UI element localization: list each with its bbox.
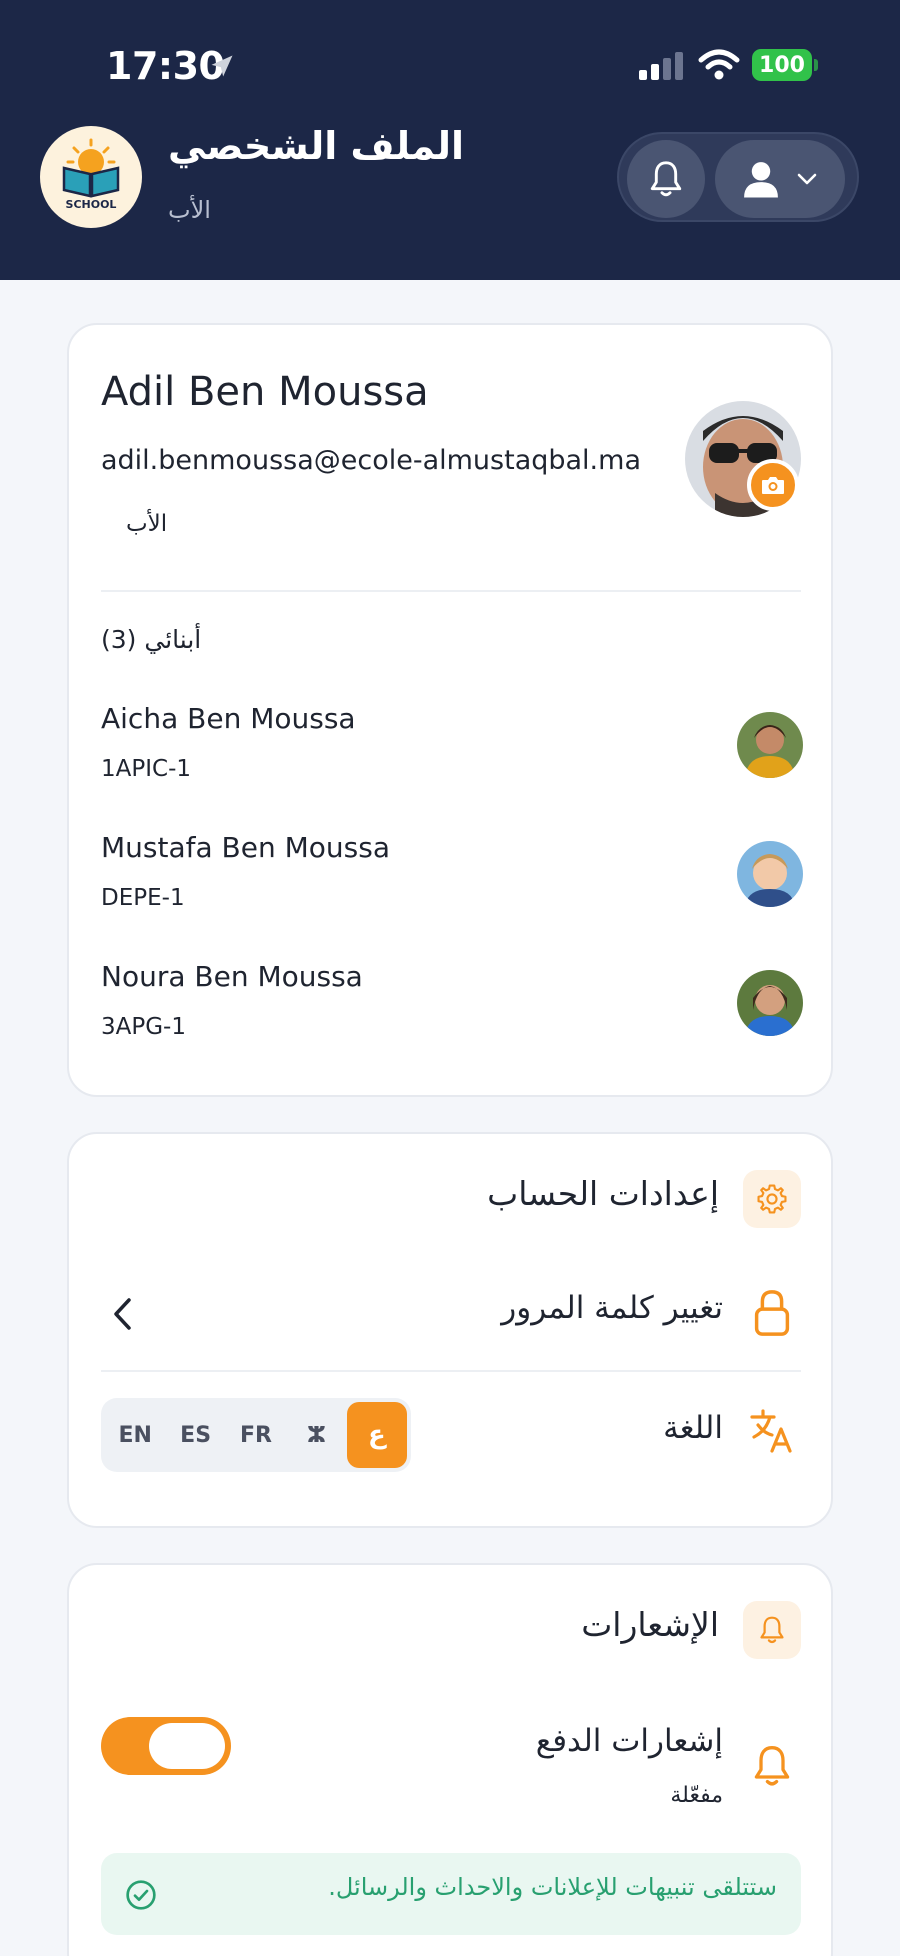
language-option-tifinagh[interactable]: ⵣ: [286, 1402, 346, 1468]
translate-icon-wrap: [745, 1404, 799, 1458]
profile-card: Adil Ben Moussa adil.benmoussa@ecole-alm…: [67, 323, 833, 1097]
account-settings-card: إعدادات الحساب تغيير كلمة المرور اللغة E…: [67, 1132, 833, 1528]
push-notifications-label: إشعارات الدفع: [535, 1723, 723, 1759]
child-avatar: [737, 970, 803, 1036]
notifications-info-text: ستتلقى تنبيهات للإعلانات والاحداث والرسا…: [328, 1873, 777, 1901]
push-notifications-toggle[interactable]: [101, 1717, 231, 1775]
bell-icon: [754, 1746, 790, 1786]
location-arrow-icon: [211, 55, 233, 77]
page-title: الملف الشخصي: [168, 124, 465, 168]
child-item[interactable]: Noura Ben Moussa 3APG-1: [101, 960, 803, 1060]
child-item[interactable]: Mustafa Ben Moussa DEPE-1: [101, 831, 803, 931]
logo-text: SCHOOL: [65, 198, 117, 211]
gear-icon: [757, 1184, 787, 1214]
change-photo-button[interactable]: [747, 459, 799, 511]
app-header: 17:30 100 SCHOOL الملف الشخصي الأب: [0, 0, 900, 280]
child-class: 1APIC-1: [101, 756, 192, 782]
profile-role: الأب: [126, 511, 168, 537]
notifications-card: الإشعارات إشعارات الدفع مفعّلة ستتلقى تن…: [67, 1563, 833, 1956]
check-circle-icon: [126, 1880, 156, 1910]
user-icon: [744, 162, 778, 198]
settings-section-icon: [743, 1170, 801, 1228]
child-avatar: [737, 841, 803, 907]
school-logo: SCHOOL: [40, 126, 142, 228]
bell-icon: [760, 1616, 784, 1644]
header-actions: [617, 132, 859, 222]
user-menu-button[interactable]: [715, 140, 845, 218]
battery-level: 100: [752, 49, 812, 81]
profile-name: Adil Ben Moussa: [101, 369, 429, 415]
page-subtitle: الأب: [168, 196, 211, 224]
push-notifications-status: مفعّلة: [670, 1783, 723, 1808]
child-class: DEPE-1: [101, 885, 185, 911]
notifications-info-box: ستتلقى تنبيهات للإعلانات والاحداث والرسا…: [101, 1853, 801, 1935]
notifications-section-icon: [743, 1601, 801, 1659]
lock-icon: [754, 1290, 790, 1336]
child-name: Noura Ben Moussa: [101, 960, 363, 993]
camera-icon: [762, 477, 784, 494]
language-label: اللغة: [663, 1410, 723, 1446]
divider: [101, 1370, 801, 1372]
battery-indicator: 100: [752, 49, 818, 81]
divider: [101, 590, 801, 592]
children-title: أبنائي (3): [101, 625, 202, 654]
status-time: 17:30: [106, 44, 225, 88]
child-name: Aicha Ben Moussa: [101, 702, 356, 735]
language-option-en[interactable]: EN: [105, 1402, 165, 1468]
child-name: Mustafa Ben Moussa: [101, 831, 390, 864]
chevron-down-icon: [797, 173, 817, 185]
lock-icon-wrap: [745, 1286, 799, 1340]
notifications-title: الإشعارات: [581, 1605, 719, 1644]
cellular-signal-icon: [639, 52, 683, 80]
chevron-left-icon[interactable]: [107, 1294, 137, 1334]
translate-icon: [750, 1409, 792, 1453]
change-password-label[interactable]: تغيير كلمة المرور: [501, 1290, 723, 1326]
language-option-es[interactable]: ES: [165, 1402, 225, 1468]
child-avatar: [737, 712, 803, 778]
profile-email: adil.benmoussa@ecole-almustaqbal.ma: [101, 445, 641, 476]
language-option-fr[interactable]: FR: [226, 1402, 286, 1468]
book-sun-icon: [62, 138, 120, 198]
wifi-icon: [698, 49, 740, 80]
child-class: 3APG-1: [101, 1014, 186, 1040]
toggle-knob: [149, 1723, 225, 1769]
push-bell-icon-wrap: [745, 1739, 799, 1793]
notifications-button[interactable]: [627, 140, 705, 218]
battery-tip: [814, 59, 818, 71]
language-selector: EN ES FR ⵣ ع: [101, 1398, 411, 1472]
language-option-ar[interactable]: ع: [346, 1402, 408, 1468]
account-settings-title: إعدادات الحساب: [487, 1174, 719, 1213]
bell-icon: [650, 161, 682, 197]
child-item[interactable]: Aicha Ben Moussa 1APIC-1: [101, 702, 803, 802]
